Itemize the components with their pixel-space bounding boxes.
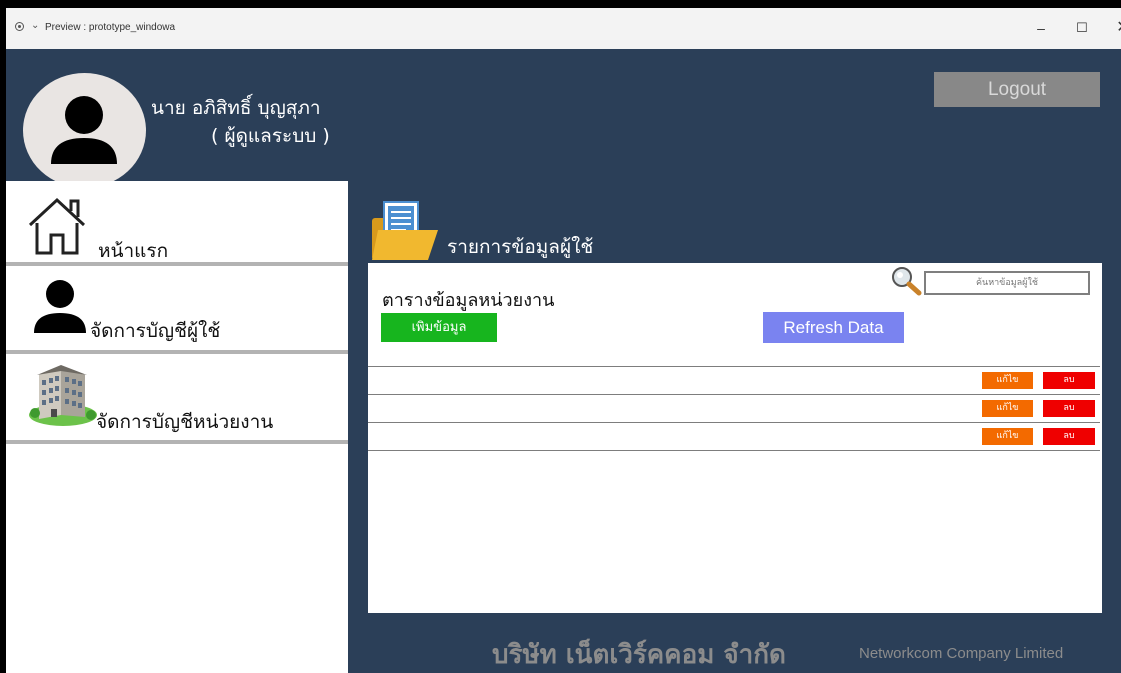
company-name-english: Networkcom Company Limited	[859, 645, 1064, 662]
minimize-button[interactable]: –	[1026, 16, 1056, 40]
edit-button[interactable]: แก้ไข	[982, 400, 1033, 417]
chevron-down-icon[interactable]: ⌄	[31, 20, 39, 31]
delete-button[interactable]: ลบ	[1043, 400, 1095, 417]
user-name: นาย อภิสิทธิ์ บุญสุภา	[151, 97, 321, 119]
sidebar-divider	[6, 440, 348, 444]
sidebar-item-departments[interactable]: จัดการบัญชีหน่วยงาน	[6, 354, 348, 440]
app-content: นาย อภิสิทธิ์ บุญสุภา ( ผู้ดูแลระบบ ) Lo…	[6, 49, 1121, 673]
sidebar-item-users[interactable]: จัดการบัญชีผู้ใช้	[6, 266, 348, 350]
edit-button[interactable]: แก้ไข	[982, 372, 1033, 389]
home-icon	[28, 197, 86, 255]
search-icon[interactable]	[890, 266, 924, 296]
delete-button[interactable]: ลบ	[1043, 428, 1095, 445]
edit-button[interactable]: แก้ไข	[982, 428, 1033, 445]
sidebar-item-label: จัดการบัญชีผู้ใช้	[90, 320, 221, 342]
refresh-data-button[interactable]: Refresh Data	[763, 312, 904, 343]
add-data-button[interactable]: เพิมข้อมูล	[381, 313, 497, 342]
sidebar-item-label: จัดการบัญชีหน่วยงาน	[96, 411, 274, 433]
logout-button[interactable]: Logout	[934, 72, 1100, 107]
title-bar: ⌄ Preview : prototype_windowa – ☐ ✕	[6, 8, 1121, 50]
table-row: แก้ไข ลบ	[368, 394, 1100, 421]
folder-document-icon	[372, 201, 438, 260]
sidebar-item-home[interactable]: หน้าแรก	[6, 181, 348, 262]
company-name-thai: บริษัท เน็ตเวิร์คคอม จำกัด	[492, 640, 786, 670]
page-title: รายการข้อมูลผู้ใช้	[447, 236, 594, 258]
table-row: แก้ไข ลบ	[368, 422, 1100, 451]
panel-title: ตารางข้อมูลหน่วยงาน	[382, 290, 555, 311]
data-panel: ตารางข้อมูลหน่วยงาน เพิมข้อมูล Refresh D…	[368, 263, 1102, 613]
sidebar: หน้าแรก จัดการบัญชีผู้ใช้ จัดการบัญชีหน่…	[6, 181, 348, 673]
window-title: Preview : prototype_windowa	[45, 22, 176, 33]
table-row: แก้ไข ลบ	[368, 366, 1100, 393]
app-window: ⌄ Preview : prototype_windowa – ☐ ✕ นาย …	[6, 8, 1121, 673]
close-button[interactable]: ✕	[1108, 16, 1121, 40]
user-icon	[34, 280, 86, 333]
delete-button[interactable]: ลบ	[1043, 372, 1095, 389]
avatar	[23, 73, 146, 188]
window-icon	[15, 22, 24, 31]
search-input[interactable]	[924, 271, 1090, 295]
building-icon	[29, 365, 97, 426]
user-role: ( ผู้ดูแลระบบ )	[211, 125, 330, 147]
maximize-button[interactable]: ☐	[1067, 16, 1097, 40]
user-avatar-icon	[51, 96, 117, 164]
